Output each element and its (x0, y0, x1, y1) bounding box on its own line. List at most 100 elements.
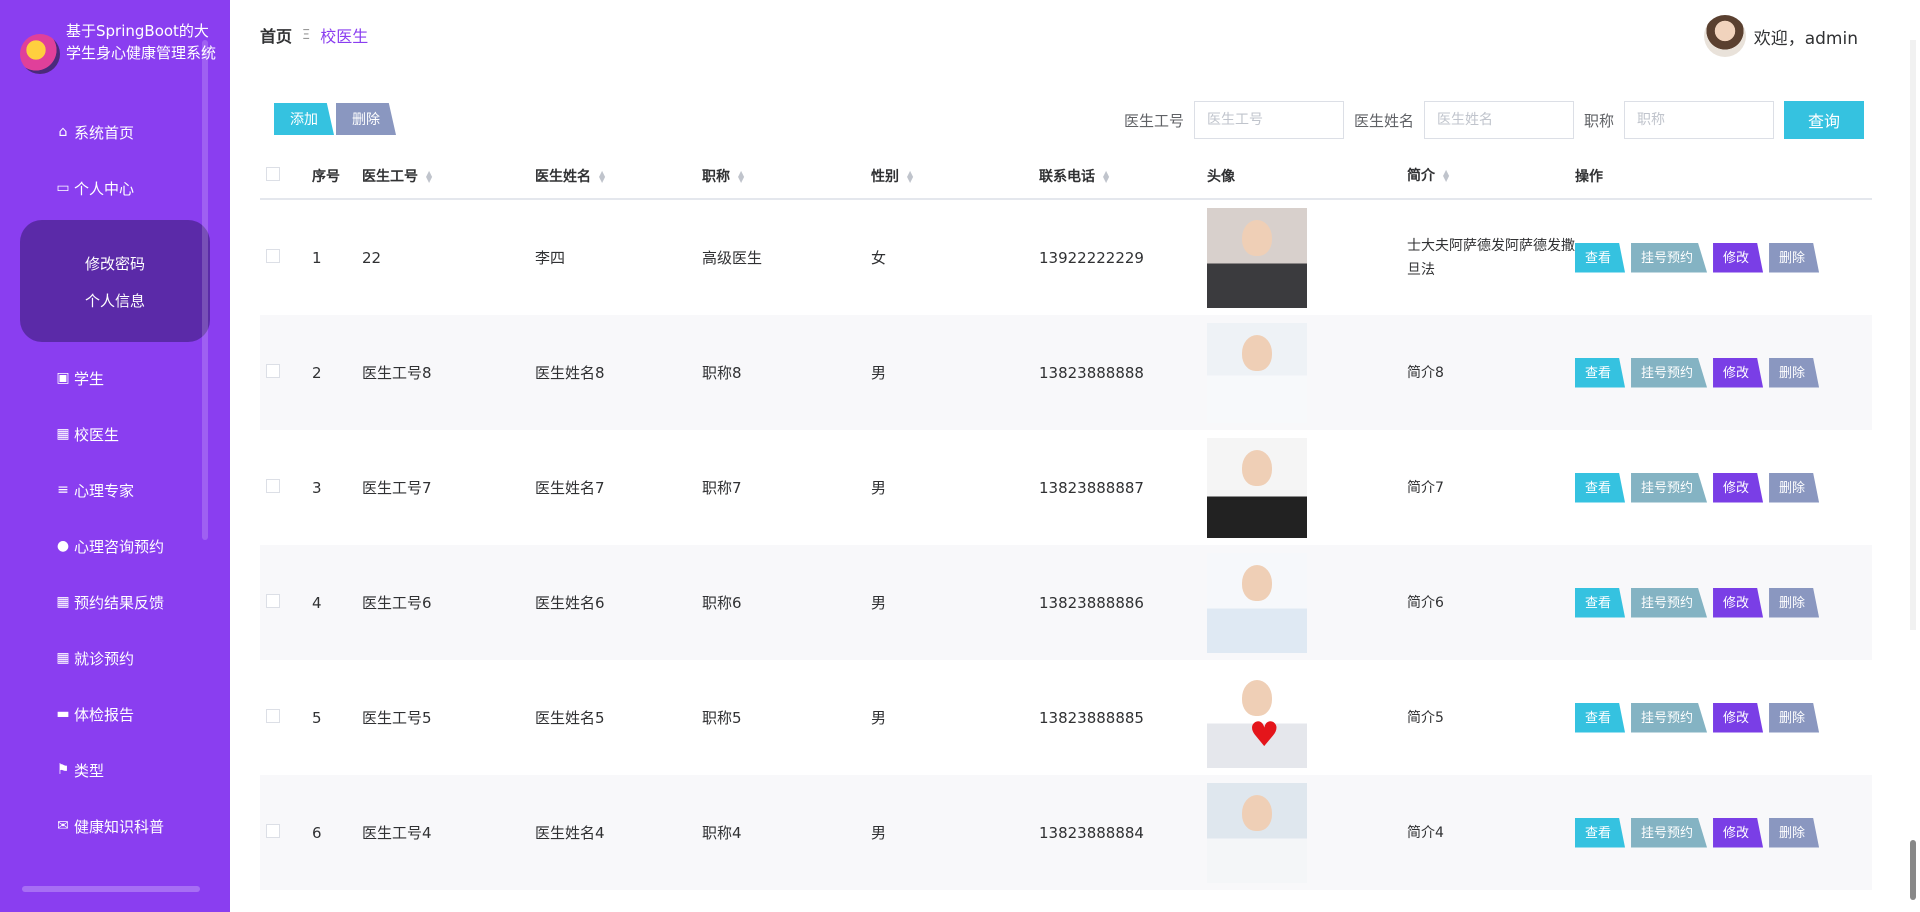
cell-index: 3 (312, 478, 322, 497)
add-button[interactable]: 添加 (274, 103, 334, 135)
page-scrollbar-track[interactable] (1910, 40, 1916, 630)
col-gender[interactable]: 性别 ▲ ▼ (871, 166, 1039, 186)
sidebar-item-doctors[interactable]: ▦ 校医生 (0, 406, 230, 462)
book-button[interactable]: 挂号预约 (1631, 242, 1708, 273)
doctor-photo[interactable] (1207, 322, 1307, 423)
sidebar-item-home[interactable]: ⌂ 系统首页 (0, 104, 230, 160)
view-button[interactable]: 查看 (1575, 587, 1626, 618)
book-button[interactable]: 挂号预约 (1631, 817, 1708, 848)
user-menu[interactable]: 欢迎，admin (1703, 15, 1858, 57)
cell-gender: 女 (871, 249, 887, 267)
edit-button[interactable]: 修改 (1713, 817, 1764, 848)
select-all-checkbox[interactable] (266, 167, 280, 181)
col-doctor-no[interactable]: 医生工号 ▲ ▼ (362, 166, 535, 186)
sidebar-item-students[interactable]: ▣ 学生 (0, 350, 230, 406)
edit-button[interactable]: 修改 (1713, 702, 1764, 733)
cell-gender: 男 (871, 594, 887, 612)
book-button[interactable]: 挂号预约 (1631, 587, 1708, 618)
cell-title: 高级医生 (702, 249, 763, 267)
sidebar-item-consult-booking[interactable]: ● 心理咨询预约 (0, 518, 230, 574)
sidebar-item-checkup-report[interactable]: ▬ 体检报告 (0, 686, 230, 742)
page-scrollbar-thumb[interactable] (1910, 840, 1916, 900)
sidebar-item-psych-experts[interactable]: ≡ 心理专家 (0, 462, 230, 518)
col-index: 序号 (312, 169, 340, 185)
row-checkbox[interactable] (266, 708, 280, 723)
sort-icon[interactable]: ▲ ▼ (426, 170, 432, 184)
col-title-label: 职称 (702, 169, 730, 185)
doctor-photo[interactable] (1207, 782, 1307, 883)
grid-icon: ▦ (56, 650, 70, 666)
cell-title: 职称6 (702, 594, 742, 612)
col-doctor-name[interactable]: 医生姓名 ▲ ▼ (535, 166, 702, 186)
delete-button[interactable]: 删除 (1769, 817, 1820, 848)
doctor-name-input[interactable] (1423, 101, 1574, 139)
card-icon: ▭ (56, 180, 70, 196)
cell-doctor-no: 医生工号4 (362, 824, 432, 842)
doctor-photo[interactable] (1207, 552, 1307, 653)
delete-button[interactable]: 删除 (1769, 242, 1820, 273)
title-input[interactable] (1624, 101, 1774, 139)
doctor-no-label: 医生工号 (1123, 111, 1184, 130)
col-intro-label: 简介 (1407, 168, 1435, 184)
doctor-photo[interactable] (1207, 437, 1307, 538)
view-button[interactable]: 查看 (1575, 242, 1626, 273)
edit-button[interactable]: 修改 (1713, 357, 1764, 388)
sort-icon[interactable]: ▲ ▼ (599, 170, 605, 184)
cell-gender: 男 (871, 364, 887, 382)
sidebar-scrollbar[interactable] (202, 40, 208, 540)
book-button[interactable]: 挂号预约 (1631, 472, 1708, 503)
sidebar-item-type[interactable]: ⚑ 类型 (0, 742, 230, 798)
delete-button[interactable]: 删除 (1769, 702, 1820, 733)
view-button[interactable]: 查看 (1575, 817, 1626, 848)
cell-gender: 男 (871, 709, 887, 727)
submenu-item-personal-info[interactable]: 个人信息 (20, 283, 210, 320)
sidebar-item-label: 个人中心 (74, 179, 135, 198)
sidebar-item-booking-feedback[interactable]: ▦ 预约结果反馈 (0, 574, 230, 630)
row-select-cell (260, 363, 312, 382)
sidebar-item-health-knowledge[interactable]: ✉ 健康知识科普 (0, 798, 230, 854)
delete-button[interactable]: 删除 (1769, 472, 1820, 503)
submenu-item-change-password[interactable]: 修改密码 (20, 246, 210, 283)
row-select-cell (260, 823, 312, 842)
doctor-table: 序号 医生工号 ▲ ▼ 医生姓名 ▲ ▼ 职称 ▲ ▼ 性别 ▲ ▼ 联系电话 ▲ ▼ 头像 简介 ▲… (260, 154, 1872, 890)
cell-phone: 13823888888 (1039, 363, 1144, 382)
view-button[interactable]: 查看 (1575, 702, 1626, 733)
row-checkbox[interactable] (266, 363, 280, 378)
sidebar-horizontal-scrollbar[interactable] (22, 886, 200, 892)
batch-delete-button[interactable]: 删除 (336, 103, 396, 135)
edit-button[interactable]: 修改 (1713, 472, 1764, 503)
sort-icon[interactable]: ▲ ▼ (907, 170, 913, 184)
edit-button[interactable]: 修改 (1713, 242, 1764, 273)
col-intro[interactable]: 简介 ▲ ▼ (1407, 164, 1575, 188)
delete-button[interactable]: 删除 (1769, 357, 1820, 388)
doctor-no-input[interactable] (1193, 101, 1344, 139)
col-phone[interactable]: 联系电话 ▲ ▼ (1039, 166, 1207, 186)
cell-doctor-name: 医生姓名6 (535, 594, 605, 612)
view-button[interactable]: 查看 (1575, 472, 1626, 503)
book-button[interactable]: 挂号预约 (1631, 357, 1708, 388)
delete-button[interactable]: 删除 (1769, 587, 1820, 618)
cell-doctor-name: 李四 (535, 249, 566, 267)
cell-intro: 简介5 (1407, 709, 1444, 726)
row-checkbox[interactable] (266, 593, 280, 608)
sort-icon[interactable]: ▲ ▼ (1443, 169, 1449, 183)
book-button[interactable]: 挂号预约 (1631, 702, 1708, 733)
view-button[interactable]: 查看 (1575, 357, 1626, 388)
row-checkbox[interactable] (266, 248, 280, 263)
sidebar-item-profile-center[interactable]: ▭ 个人中心 (0, 160, 230, 216)
edit-button[interactable]: 修改 (1713, 587, 1764, 618)
doctor-photo[interactable] (1207, 207, 1307, 308)
doctor-photo[interactable]: ♥ (1207, 667, 1307, 768)
col-title[interactable]: 职称 ▲ ▼ (702, 166, 871, 186)
sidebar-item-visit-booking[interactable]: ▦ 就诊预约 (0, 630, 230, 686)
row-checkbox[interactable] (266, 478, 280, 493)
query-button[interactable]: 查询 (1784, 101, 1864, 139)
col-phone-label: 联系电话 (1039, 169, 1095, 185)
cell-intro: 简介4 (1407, 824, 1444, 841)
row-checkbox[interactable] (266, 823, 280, 838)
sort-icon[interactable]: ▲ ▼ (738, 170, 744, 184)
breadcrumb-home[interactable]: 首页 (260, 23, 292, 47)
sort-icon[interactable]: ▲ ▼ (1103, 170, 1109, 184)
avatar[interactable] (1703, 15, 1746, 57)
cell-doctor-name: 医生姓名5 (535, 709, 605, 727)
